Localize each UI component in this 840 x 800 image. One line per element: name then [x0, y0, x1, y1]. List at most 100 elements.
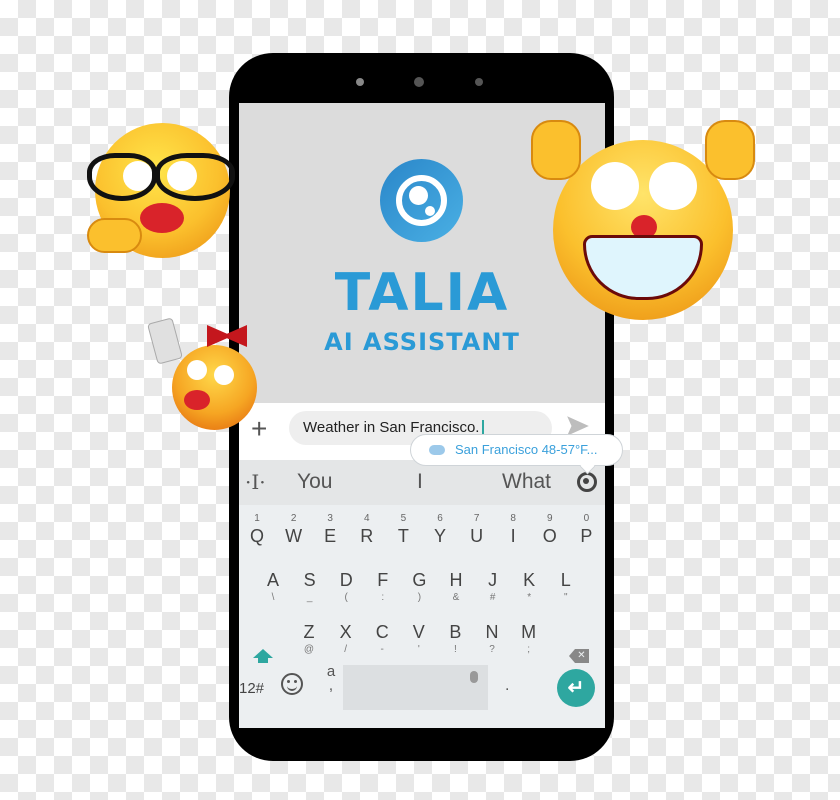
cursor-control-icon[interactable]: ·I· — [245, 470, 266, 494]
key-label: G — [412, 570, 427, 590]
keyboard-row-1: 1Q2W3E4R5T6Y7U8I9O0P — [239, 513, 605, 563]
add-icon[interactable]: + — [251, 415, 267, 443]
key-label: C — [375, 622, 389, 642]
key-u[interactable]: 7U — [459, 513, 495, 547]
key-label: U — [470, 526, 484, 546]
key-z[interactable]: Z @ — [291, 621, 327, 657]
key-sub-symbol: * — [527, 592, 532, 603]
key-label: Y — [433, 526, 446, 546]
key-label: F — [377, 570, 389, 590]
key-label: Z — [303, 622, 315, 642]
key-x[interactable]: X / — [328, 621, 364, 657]
phone-screen: TALIA AI ASSISTANT + Weather in San Fran… — [239, 103, 605, 728]
key-label: S — [303, 570, 316, 590]
symbols-key[interactable]: 12# — [239, 680, 264, 697]
key-p[interactable]: 0P — [568, 513, 604, 547]
emoji-icon[interactable] — [281, 673, 303, 695]
talia-assistant-icon[interactable] — [577, 472, 597, 492]
key-m[interactable]: M; — [511, 621, 547, 657]
key-label: T — [397, 526, 409, 546]
enter-button[interactable]: ↵ — [557, 669, 595, 707]
key-k[interactable]: K * — [511, 569, 547, 605]
key-label: K — [523, 570, 536, 590]
key-c[interactable]: C- — [364, 621, 400, 657]
phone-camera — [414, 77, 424, 87]
key-sub-symbol: ) — [417, 592, 422, 603]
key-label: M — [521, 622, 537, 642]
key-label: A — [266, 570, 279, 590]
key-sub-symbol: ! — [454, 644, 457, 655]
cloud-rain-icon — [429, 445, 445, 455]
emoji-bow-selfie — [147, 317, 257, 430]
weather-suggestion-text: San Francisco 48-57°F... — [455, 442, 598, 457]
space-bar[interactable] — [343, 665, 488, 710]
key-hint: 2 — [290, 513, 297, 524]
key-j[interactable]: J # — [475, 569, 511, 605]
keyboard: 1Q2W3E4R5T6Y7U8I9O0P A \ S _ D(F: G) H & J # K * L " … — [239, 505, 605, 728]
key-t[interactable]: 5T — [385, 513, 421, 547]
key-o[interactable]: 9O — [532, 513, 568, 547]
key-label: D — [339, 570, 353, 590]
key-s[interactable]: S _ — [292, 569, 328, 605]
key-y[interactable]: 6Y — [422, 513, 458, 547]
key-label: N — [485, 622, 499, 642]
key-label: I — [510, 526, 516, 546]
brand-title: TALIA — [334, 263, 510, 323]
key-sub-symbol: ; — [527, 644, 530, 655]
key-a[interactable]: A \ — [255, 569, 291, 605]
shift-icon[interactable] — [253, 649, 273, 663]
key-g[interactable]: G) — [401, 569, 437, 605]
key-d[interactable]: D( — [328, 569, 364, 605]
key-b[interactable]: B! — [437, 621, 473, 657]
key-label: E — [324, 526, 337, 546]
key-sub-symbol: ( — [344, 592, 348, 603]
key-sub-symbol: _ — [306, 592, 313, 603]
brand-subtitle: AI ASSISTANT — [324, 328, 520, 356]
key-hint: 5 — [400, 513, 407, 524]
key-label: B — [449, 622, 462, 642]
key-e[interactable]: 3E — [312, 513, 348, 547]
emoji-glasses-kiss — [87, 123, 235, 258]
key-hint: 9 — [547, 513, 553, 524]
key-f[interactable]: F: — [365, 569, 401, 605]
key-sub-symbol: " — [564, 592, 568, 603]
key-sub-symbol: ? — [489, 644, 495, 655]
key-w[interactable]: 2W — [276, 513, 312, 547]
key-v[interactable]: V ' — [401, 621, 437, 657]
key-hint: 8 — [510, 513, 516, 524]
keyboard-row-3: ✕ Z @ X / C - V ' B! N? M; — [239, 621, 605, 671]
key-sub-symbol: / — [344, 644, 347, 655]
suggestion-strip: ·I· You I What — [239, 460, 605, 505]
suggestion-i[interactable]: I — [417, 470, 423, 494]
key-i[interactable]: 8I — [495, 513, 531, 547]
keyboard-row-2: A \ S _ D(F: G) H & J # K * L " — [239, 569, 605, 619]
backspace-icon[interactable]: ✕ — [569, 649, 589, 663]
key-label: J — [488, 570, 498, 590]
key-r[interactable]: 4R — [349, 513, 385, 547]
key-sub-symbol: - — [380, 644, 384, 655]
key-n[interactable]: N? — [474, 621, 510, 657]
key-sub-symbol: : — [381, 592, 385, 603]
key-q[interactable]: 1Q — [239, 513, 275, 547]
key-l[interactable]: L " — [548, 569, 584, 605]
key-hint: 3 — [327, 513, 333, 524]
microphone-icon[interactable] — [470, 671, 478, 683]
emoji-clown-grin — [531, 120, 755, 320]
key-label: O — [542, 526, 557, 546]
key-sub-symbol: @ — [303, 644, 315, 655]
key-label: Q — [249, 526, 264, 546]
key-label: V — [412, 622, 425, 642]
comma-key: , — [328, 677, 334, 694]
talia-logo-icon — [380, 159, 463, 242]
key-h[interactable]: H & — [438, 569, 474, 605]
suggestion-you[interactable]: You — [297, 470, 332, 494]
language-key[interactable]: a , — [321, 664, 341, 694]
period-key[interactable]: . — [505, 677, 509, 695]
key-label: W — [285, 526, 303, 546]
phone-sensor — [475, 78, 483, 86]
key-label: X — [339, 622, 352, 642]
key-label: R — [360, 526, 374, 546]
suggestion-what[interactable]: What — [502, 470, 551, 494]
weather-suggestion-popup[interactable]: San Francisco 48-57°F... — [410, 434, 623, 466]
key-sub-symbol: \ — [271, 592, 275, 603]
